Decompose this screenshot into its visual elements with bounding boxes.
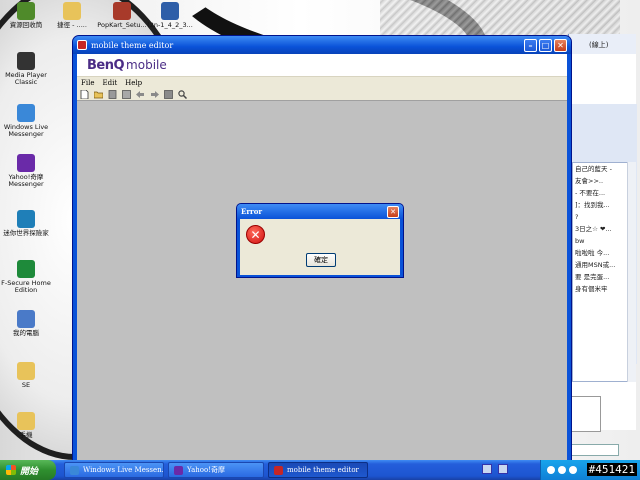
taskbar: 開始 Windows Live Messen... Yahoo!奇摩 mobil… <box>0 460 640 480</box>
contact-item[interactable]: 通用MSN或... <box>573 259 627 271</box>
taskbar-item-label: Yahoo!奇摩 <box>187 466 226 474</box>
messenger-search-input[interactable] <box>571 444 619 456</box>
messenger-tray-icon[interactable] <box>558 466 566 474</box>
folder-icon <box>17 412 35 430</box>
taskbar-item-label: mobile theme editor <box>287 466 359 474</box>
messenger-window[interactable]: (線上) 自己的藍天 - 友會>>.. - 不要在... ]：找到我... ? … <box>568 34 637 456</box>
contact-item[interactable]: - 不要在... <box>573 187 627 199</box>
yahoo-icon <box>174 465 183 475</box>
minimize-button[interactable]: – <box>524 38 537 52</box>
messenger-display-picture <box>571 396 601 432</box>
taskbar-item-mobile-theme-editor[interactable]: mobile theme editor <box>268 462 368 478</box>
recycle-bin-icon <box>17 2 35 20</box>
ok-button[interactable]: 確定 <box>306 253 336 267</box>
menu-file[interactable]: File <box>81 79 94 87</box>
folder-icon <box>63 2 81 20</box>
window-titlebar[interactable]: mobile theme editor – □ ✕ <box>73 36 571 54</box>
document-icon <box>161 2 179 20</box>
tray-app-icon[interactable] <box>482 464 492 474</box>
desktop-icon-explorer[interactable]: 迷你世界探險家 <box>0 210 52 237</box>
toolbar <box>77 88 567 101</box>
contact-item[interactable]: 要 是完蛋... <box>573 271 627 283</box>
app-icon <box>77 40 87 50</box>
maximize-button[interactable]: □ <box>539 38 552 52</box>
contact-item[interactable]: bw <box>573 235 627 247</box>
messenger-status[interactable]: (線上) <box>569 34 636 54</box>
desktop-icon-se-folder[interactable]: SE <box>0 362 52 389</box>
windows-logo-icon <box>6 465 16 475</box>
benq-logo: BenQ <box>87 58 125 73</box>
search-icon[interactable] <box>178 89 187 99</box>
desktop-icon-my-computer[interactable]: 我的電腦 <box>0 310 52 337</box>
taskbar-item-live-messenger[interactable]: Windows Live Messen... <box>64 462 164 478</box>
messenger-icon <box>17 104 35 122</box>
contact-item[interactable]: 3日之☆ ❤... <box>573 223 627 235</box>
back-arrow-icon[interactable] <box>136 90 145 99</box>
desktop-icon-shortcut[interactable]: 捷徑 - ..... <box>46 2 98 29</box>
network-icon[interactable] <box>547 466 555 474</box>
window-title: mobile theme editor <box>91 40 174 50</box>
contact-item[interactable]: ? <box>573 211 627 223</box>
contact-item[interactable]: 自己的藍天 - <box>573 163 627 175</box>
error-dialog-title: Error <box>241 207 263 216</box>
menu-bar: File Edit Help <box>77 76 567 88</box>
computer-icon <box>17 310 35 328</box>
tray-app-icon[interactable] <box>498 464 508 474</box>
messenger-contact-list[interactable]: 自己的藍天 - 友會>>.. - 不要在... ]：找到我... ? 3日之☆ … <box>572 162 628 382</box>
contact-item[interactable]: 友會>>.. <box>573 175 627 187</box>
start-label: 開始 <box>20 466 39 477</box>
desktop-icon-live-messenger[interactable]: Windows Live Messenger <box>0 104 52 138</box>
folder-icon <box>17 362 35 380</box>
app-icon <box>274 465 283 475</box>
yahoo-messenger-icon <box>17 154 35 172</box>
messenger-icon <box>70 465 79 475</box>
desktop-icon-phone-folder[interactable]: 手機 <box>0 412 52 439</box>
desktop-icon-document[interactable]: (2n-1_4_2_3... <box>144 2 196 29</box>
desktop-icon-f-secure[interactable]: F-Secure Home Edition <box>0 260 52 294</box>
watermark: #451421 <box>586 463 637 476</box>
error-dialog-body: ✕ 確定 <box>240 219 400 275</box>
mobile-logo-text: mobile <box>126 58 167 72</box>
new-file-icon[interactable] <box>80 89 89 99</box>
globe-icon <box>17 210 35 228</box>
dialog-close-button[interactable]: ✕ <box>387 205 399 218</box>
media-player-icon <box>17 52 35 70</box>
taskbar-item-label: Windows Live Messen... <box>83 466 164 474</box>
open-folder-icon[interactable] <box>94 90 103 99</box>
contact-item[interactable]: 身有個米牢 <box>573 283 627 295</box>
popkart-icon <box>113 2 131 20</box>
brand-banner: BenQ mobile <box>77 54 567 76</box>
desktop-icon-yahoo-messenger[interactable]: Yahoo!奇摩 Messenger <box>0 154 52 188</box>
save-icon[interactable] <box>108 89 117 99</box>
grid-icon[interactable] <box>164 89 173 99</box>
start-button[interactable]: 開始 <box>0 460 56 480</box>
properties-icon[interactable] <box>122 89 131 99</box>
desktop-icon-popkart-setup[interactable]: PopKart_Setu... <box>96 2 148 29</box>
error-dialog[interactable]: Error ✕ ✕ 確定 <box>236 203 404 278</box>
contact-item[interactable]: 啦啦啦 今... <box>573 247 627 259</box>
close-button[interactable]: ✕ <box>554 38 567 52</box>
info-icon <box>17 260 35 278</box>
volume-icon[interactable] <box>569 466 577 474</box>
quick-tray <box>482 464 514 474</box>
error-icon: ✕ <box>246 225 265 244</box>
desktop-icon-recycle-bin[interactable]: 資源回收筒 <box>0 2 52 29</box>
contact-item[interactable]: ]：找到我... <box>573 199 627 211</box>
error-dialog-titlebar[interactable]: Error ✕ <box>237 204 403 219</box>
desktop-icon-media-player[interactable]: Media Player Classic <box>0 52 52 86</box>
menu-help[interactable]: Help <box>125 79 142 87</box>
messenger-scrollbar[interactable] <box>627 162 636 382</box>
taskbar-item-yahoo[interactable]: Yahoo!奇摩 <box>168 462 264 478</box>
forward-arrow-icon[interactable] <box>150 90 159 99</box>
menu-edit[interactable]: Edit <box>102 79 117 87</box>
